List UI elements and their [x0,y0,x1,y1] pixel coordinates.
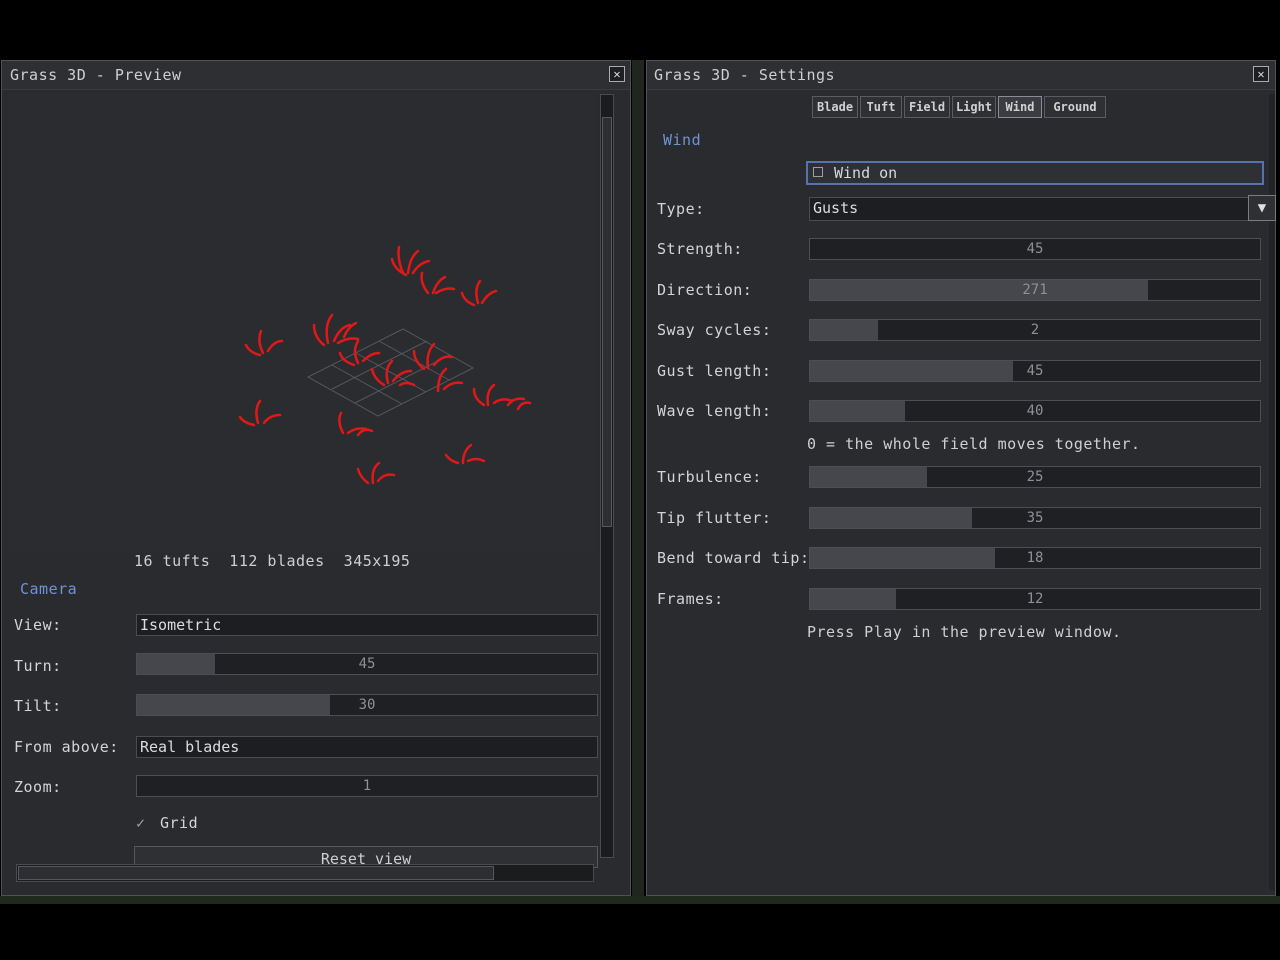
sliders-slider-value-0: 45 [1026,241,1044,257]
from-above-dropdown[interactable]: Real blades [136,736,598,758]
preview-hscrollbar-track[interactable] [16,864,594,882]
preview-titlebar[interactable]: Grass 3D - Preview ✕ [2,61,630,90]
tab-tuft[interactable]: Tuft [860,96,902,118]
camera-section-title: Camera [20,580,78,598]
turn-slider[interactable]: 45 [136,653,598,675]
grass-preview-render [238,245,532,485]
sliders2-label-2: Bend toward tip: [657,549,810,568]
grid-check-icon: ✓ [136,814,146,832]
sliders-slider-2[interactable]: 2 [809,319,1261,342]
zoom-slider[interactable]: 1 [136,775,598,797]
sliders2-slider-value-2: 18 [1026,550,1044,567]
sliders2-label-3: Frames: [657,589,724,608]
sliders2-slider-3[interactable]: 12 [809,587,1261,610]
preview-stats: 16 tufts 112 blades 345x195 [134,552,411,570]
tab-ground[interactable]: Ground [1044,96,1106,118]
sliders-label-3: Gust length: [657,361,772,380]
grass-tufts [238,245,532,485]
settings-titlebar[interactable]: Grass 3D - Settings ✕ [647,61,1275,90]
tab-wind[interactable]: Wind [998,96,1042,118]
tab-light[interactable]: Light [952,96,996,118]
sliders2-slider-value-3: 12 [1026,590,1044,607]
play-note: Press Play in the preview window. [807,623,1122,641]
sliders-label-2: Sway cycles: [657,321,772,340]
wind-on-checkbox[interactable]: Wind on [806,161,1264,185]
from-above-label: From above: [14,738,119,756]
sliders-label-4: Wave length: [657,402,772,421]
preview-scrollbar-track[interactable] [600,94,614,858]
sliders2-slider-1[interactable]: 35 [809,506,1261,529]
sliders-label-0: Strength: [657,240,743,258]
sliders-slider-0[interactable]: 45 [809,238,1261,260]
wave-length-note: 0 = the whole field moves together. [807,435,1141,453]
tilt-slider-value: 30 [358,697,376,713]
view-label: View: [14,616,62,634]
sliders-slider-value-3: 45 [1026,362,1044,379]
tilt-label: Tilt: [14,697,62,715]
chevron-down-icon[interactable]: ▼ [1248,195,1276,221]
preview-window-title: Grass 3D - Preview [10,66,182,84]
tab-blade[interactable]: Blade [812,96,858,118]
sliders2-slider-value-1: 35 [1026,509,1044,526]
sliders2-slider-2[interactable]: 18 [809,547,1261,570]
sliders2-label-1: Tip flutter: [657,508,772,527]
preview-window: Grass 3D - Preview ✕ 16 tufts 112 blades… [1,60,631,896]
zoom-slider-value: 1 [362,778,372,794]
wind-section-title: Wind [663,131,702,149]
tilt-slider[interactable]: 30 [136,694,598,716]
sliders-label-1: Direction: [657,280,753,299]
type-label: Type: [657,200,705,218]
tab-field[interactable]: Field [904,96,950,118]
sliders-slider-value-2: 2 [1030,322,1040,339]
sliders2-label-0: Turbulence: [657,468,762,486]
sliders-slider-value-1: 271 [1022,281,1048,298]
settings-close-icon[interactable]: ✕ [1253,66,1269,82]
isometric-grid [306,328,475,417]
type-value: Gusts [813,199,859,217]
settings-window-title: Grass 3D - Settings [654,66,836,84]
preview-scrollbar-thumb[interactable] [602,117,612,527]
wind-on-box-icon [813,167,823,177]
turn-slider-value: 45 [358,656,376,672]
sliders2-slider-0[interactable]: 25 [809,466,1261,488]
grid-label: Grid [160,814,199,832]
sliders-slider-value-4: 40 [1026,403,1044,420]
sliders-slider-3[interactable]: 45 [809,359,1261,382]
sliders2-slider-value-0: 25 [1026,469,1044,485]
background-canvas-strip [632,60,644,900]
background-canvas-bottom [0,896,1280,904]
turn-label: Turn: [14,657,62,675]
sliders-slider-1[interactable]: 271 [809,278,1261,301]
zoom-label: Zoom: [14,778,62,796]
sliders-slider-4[interactable]: 40 [809,400,1261,423]
preview-viewport[interactable] [8,93,596,553]
preview-hscrollbar-thumb[interactable] [18,866,494,880]
type-dropdown[interactable]: Gusts ▼ [809,195,1276,221]
view-dropdown[interactable]: Isometric [136,614,598,636]
preview-close-icon[interactable]: ✕ [609,66,625,82]
wind-on-label: Wind on [834,164,898,182]
